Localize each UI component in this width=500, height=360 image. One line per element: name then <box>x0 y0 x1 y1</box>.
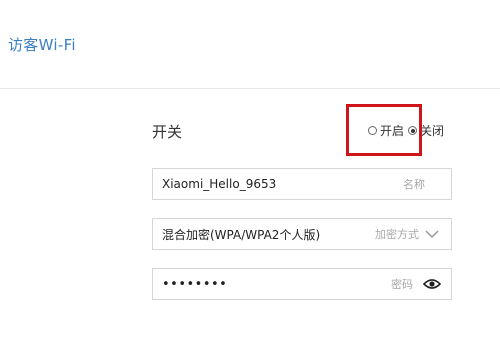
page-title: 访客Wi-Fi <box>8 36 76 54</box>
radio-on-label: 开启 <box>380 124 405 138</box>
header-divider <box>0 88 500 89</box>
eye-icon[interactable] <box>423 278 441 290</box>
encryption-value[interactable]: 混合加密(WPA/WPA2个人版) <box>153 226 375 243</box>
ssid-field[interactable]: Xiaomi_Hello_9653 名称 <box>152 168 452 200</box>
guest-wifi-page: 访客Wi-Fi 开关 开启 关闭 Xiaomi_Hello_9653 名称 混合… <box>0 0 500 360</box>
radio-off[interactable]: 关闭 <box>408 122 444 139</box>
chevron-down-icon[interactable] <box>425 229 439 239</box>
password-hint: 密码 <box>391 278 413 291</box>
radio-on-indicator[interactable] <box>368 126 377 135</box>
ssid-value[interactable]: Xiaomi_Hello_9653 <box>153 177 403 191</box>
radio-off-indicator[interactable] <box>408 126 418 135</box>
ssid-hint: 名称 <box>403 178 425 191</box>
switch-radio-group: 开启 关闭 <box>368 122 444 139</box>
radio-on[interactable]: 开启 <box>368 122 404 139</box>
password-value[interactable]: •••••••• <box>153 277 391 292</box>
password-field[interactable]: •••••••• 密码 <box>152 268 452 300</box>
wifi-switch-row: 开关 开启 关闭 <box>152 118 454 144</box>
radio-off-label: 关闭 <box>420 124 445 138</box>
switch-label: 开关 <box>152 123 183 141</box>
encryption-select[interactable]: 混合加密(WPA/WPA2个人版) 加密方式 <box>152 218 452 250</box>
encryption-hint: 加密方式 <box>375 228 419 241</box>
